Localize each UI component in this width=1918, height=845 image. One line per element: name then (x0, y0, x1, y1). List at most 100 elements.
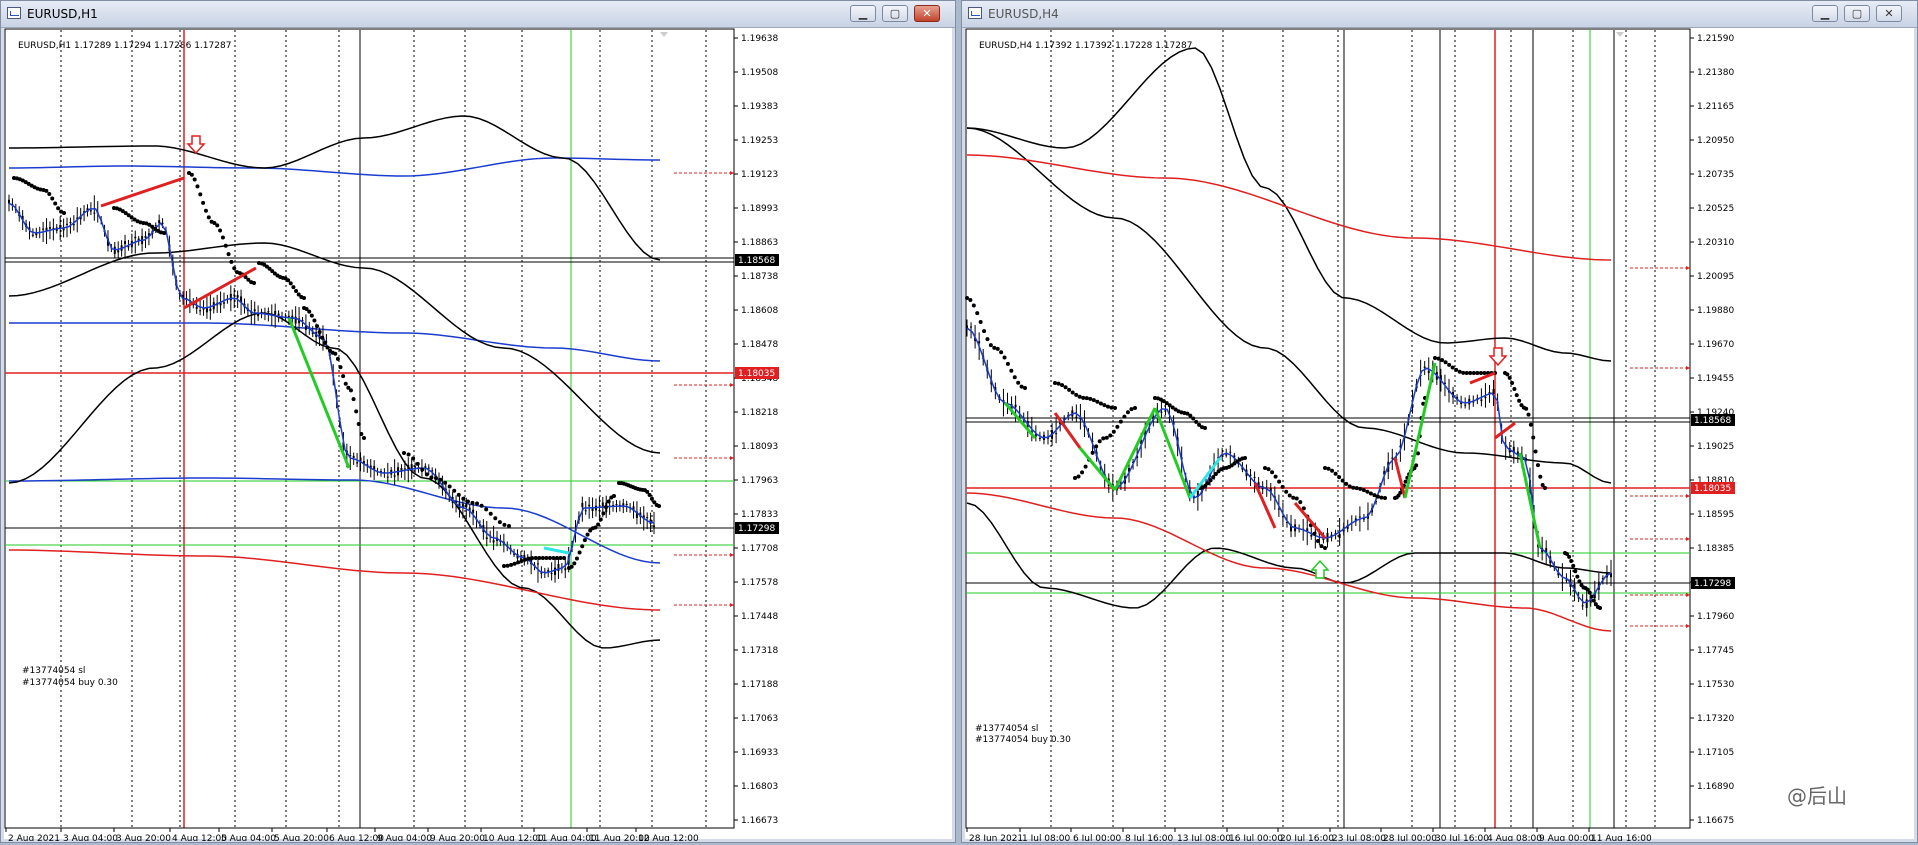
sar-dot (443, 480, 448, 485)
zigzag-down-segment (1253, 482, 1277, 529)
chart-window-h1[interactable]: EURUSD,H1 ▁ ▢ ✕ EURUSD,H1 1.17289 1.1729… (0, 0, 956, 844)
sar-dot (1567, 554, 1572, 559)
bollinger-upper-band (966, 47, 1612, 362)
price-chart-h1[interactable]: EURUSD,H1 1.17289 1.17294 1.17286 1.1728… (4, 28, 952, 844)
time-axis-label: 9 Aug 00:00 (1539, 834, 1594, 841)
fast-moving-average (966, 327, 1612, 604)
candle-body (127, 246, 130, 248)
sar-dot (433, 476, 438, 481)
sar-dot (992, 345, 997, 350)
sar-dot (338, 365, 343, 370)
sell-signal-arrow-icon (186, 135, 206, 155)
price-tag-current: 1.17298 (738, 524, 775, 534)
sar-dot (1243, 456, 1247, 460)
candle-body (48, 227, 51, 229)
sar-dot (1073, 476, 1077, 480)
sar-dot (1091, 398, 1096, 403)
sar-dot (516, 560, 521, 565)
sar-dot (198, 192, 203, 197)
sar-dot (1436, 356, 1441, 361)
sar-dot (1543, 486, 1547, 490)
sar-dot (359, 431, 364, 436)
sar-dot (988, 343, 993, 348)
sar-dot (420, 467, 425, 472)
sar-dot (1528, 422, 1533, 427)
sar-dot (1084, 396, 1089, 401)
close-button[interactable]: ✕ (1876, 5, 1902, 22)
sar-dot (452, 488, 457, 493)
sar-dot (1573, 569, 1578, 574)
sar-dot (294, 289, 299, 294)
close-button[interactable]: ✕ (914, 5, 940, 22)
sar-dot (558, 556, 563, 560)
sar-dot (585, 532, 590, 537)
candle-body (598, 509, 601, 511)
price-axis-label: 1.21165 (1697, 102, 1734, 112)
candle-body (1480, 399, 1483, 402)
time-axis-label: 11 Aug 16:00 (1591, 834, 1652, 841)
zigzag-up-segment (1518, 452, 1542, 549)
window-titlebar-h1[interactable]: EURUSD,H1 ▁ ▢ ✕ (1, 1, 955, 28)
candle-body (1225, 454, 1228, 456)
sar-dot (580, 544, 585, 549)
candle-body (970, 326, 973, 328)
candle-body (233, 294, 236, 296)
time-axis-label: 16 Jul 00:00 (1229, 834, 1283, 841)
sar-dot (195, 184, 200, 189)
sar-dot (1090, 450, 1095, 455)
time-axis-label: 8 Jul 16:00 (1125, 834, 1174, 841)
sar-dot (351, 397, 356, 402)
sar-dot (1266, 467, 1271, 472)
sar-dot (512, 561, 517, 566)
chart-window-h4[interactable]: EURUSD,H4 ▁ ▢ ✕ EURUSD,H4 1.17392 1.1739… (961, 0, 1918, 844)
sar-dot (1533, 449, 1538, 454)
long-moving-average-upper (966, 154, 1612, 261)
order-arrow (1686, 537, 1690, 541)
sar-dot (509, 562, 514, 567)
candle-body (236, 295, 239, 298)
candle-body (653, 525, 655, 528)
sar-dot (1080, 470, 1085, 475)
candle-body (89, 210, 92, 212)
maximize-button[interactable]: ▢ (1844, 5, 1870, 22)
candle-body (581, 502, 584, 507)
chart-canvas-h1[interactable]: EURUSD,H1 1.17289 1.17294 1.17286 1.1728… (4, 28, 952, 844)
candle-body (199, 310, 202, 312)
long-moving-average (966, 492, 1612, 632)
sar-dot (335, 356, 340, 361)
chart-shift-marker[interactable] (660, 32, 668, 37)
sar-dot (1129, 407, 1134, 412)
sar-dot (1263, 466, 1267, 470)
sar-dot (1208, 478, 1213, 483)
sar-dot (47, 191, 52, 196)
candle-body (1160, 411, 1163, 413)
sar-dot (1517, 398, 1522, 403)
sar-dot (1383, 496, 1387, 500)
symbol-info-line: EURUSD,H4 1.17392 1.17392 1.17228 1.1728… (979, 41, 1192, 51)
sar-dot (1375, 494, 1380, 499)
chart-shift-marker[interactable] (1616, 32, 1624, 37)
bollinger-lower-band (966, 502, 1612, 609)
window-titlebar-h4[interactable]: EURUSD,H4 ▁ ▢ ✕ (962, 1, 1917, 28)
sar-dot (554, 556, 559, 560)
price-axis-label: 1.19508 (741, 68, 778, 78)
candle-body (646, 517, 649, 519)
price-axis-label: 1.21380 (1697, 68, 1734, 78)
sar-dot (203, 208, 208, 213)
sar-dot (307, 309, 312, 314)
maximize-button[interactable]: ▢ (882, 5, 908, 22)
price-chart-h4[interactable]: EURUSD,H4 1.17392 1.17392 1.17228 1.1728… (965, 28, 1914, 844)
sar-dot (540, 556, 545, 560)
sar-dot (1284, 489, 1289, 494)
minimize-button[interactable]: ▁ (850, 5, 876, 22)
sar-dot (537, 556, 542, 560)
candle-body (209, 308, 212, 312)
sar-dot (291, 285, 296, 290)
candle-body (1561, 582, 1564, 584)
sar-dot (1081, 395, 1086, 400)
sar-dot (1077, 394, 1082, 399)
candle-body (31, 234, 34, 236)
sar-dot (1012, 375, 1017, 380)
minimize-button[interactable]: ▁ (1812, 5, 1838, 22)
chart-canvas-h4[interactable]: EURUSD,H4 1.17392 1.17392 1.17228 1.1728… (965, 28, 1914, 844)
